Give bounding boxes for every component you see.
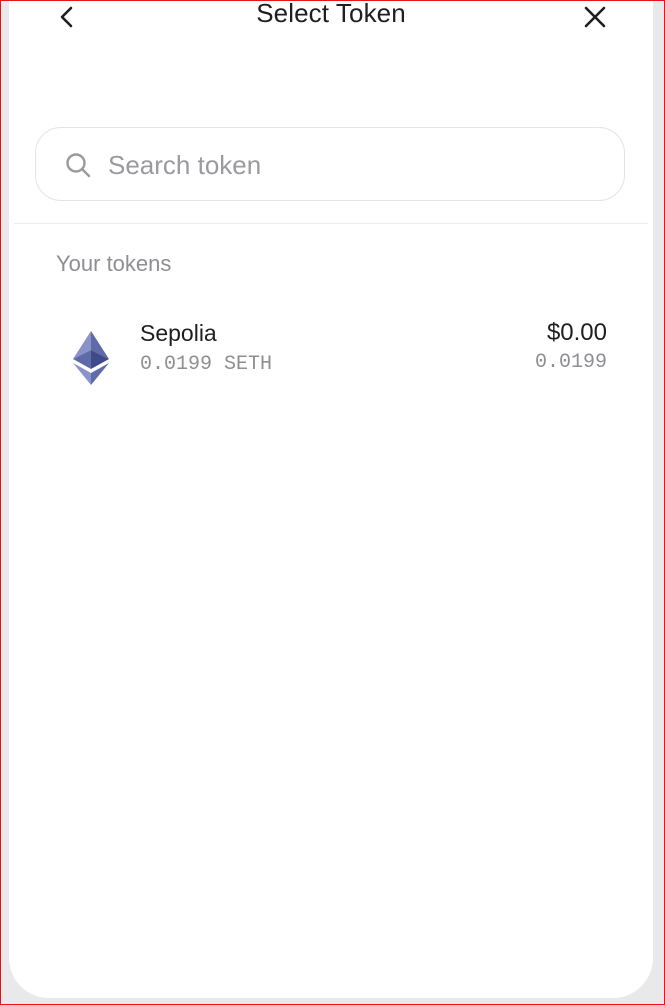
divider bbox=[14, 223, 648, 224]
section-label-your-tokens: Your tokens bbox=[56, 251, 172, 276]
search-input[interactable] bbox=[106, 140, 610, 190]
page-title: Select Token bbox=[256, 0, 406, 28]
close-button[interactable] bbox=[579, 1, 611, 33]
token-usd-value: $0.00 bbox=[546, 319, 607, 346]
search-icon bbox=[66, 153, 91, 178]
token-row-sepolia[interactable]: Sepolia 0.0199 SETH $0.00 0.0199 bbox=[49, 313, 615, 397]
token-balance: 0.0199 SETH bbox=[140, 353, 273, 376]
modal-header: Select Token bbox=[9, 1, 653, 71]
token-amount: 0.0199 bbox=[534, 351, 607, 374]
ethereum-icon bbox=[73, 331, 109, 385]
search-box[interactable] bbox=[35, 127, 625, 201]
app-frame: Select Token Your tokens bbox=[0, 0, 665, 1005]
close-icon bbox=[584, 6, 606, 28]
token-name: Sepolia bbox=[140, 320, 217, 346]
select-token-modal: Select Token Your tokens bbox=[9, 1, 653, 998]
